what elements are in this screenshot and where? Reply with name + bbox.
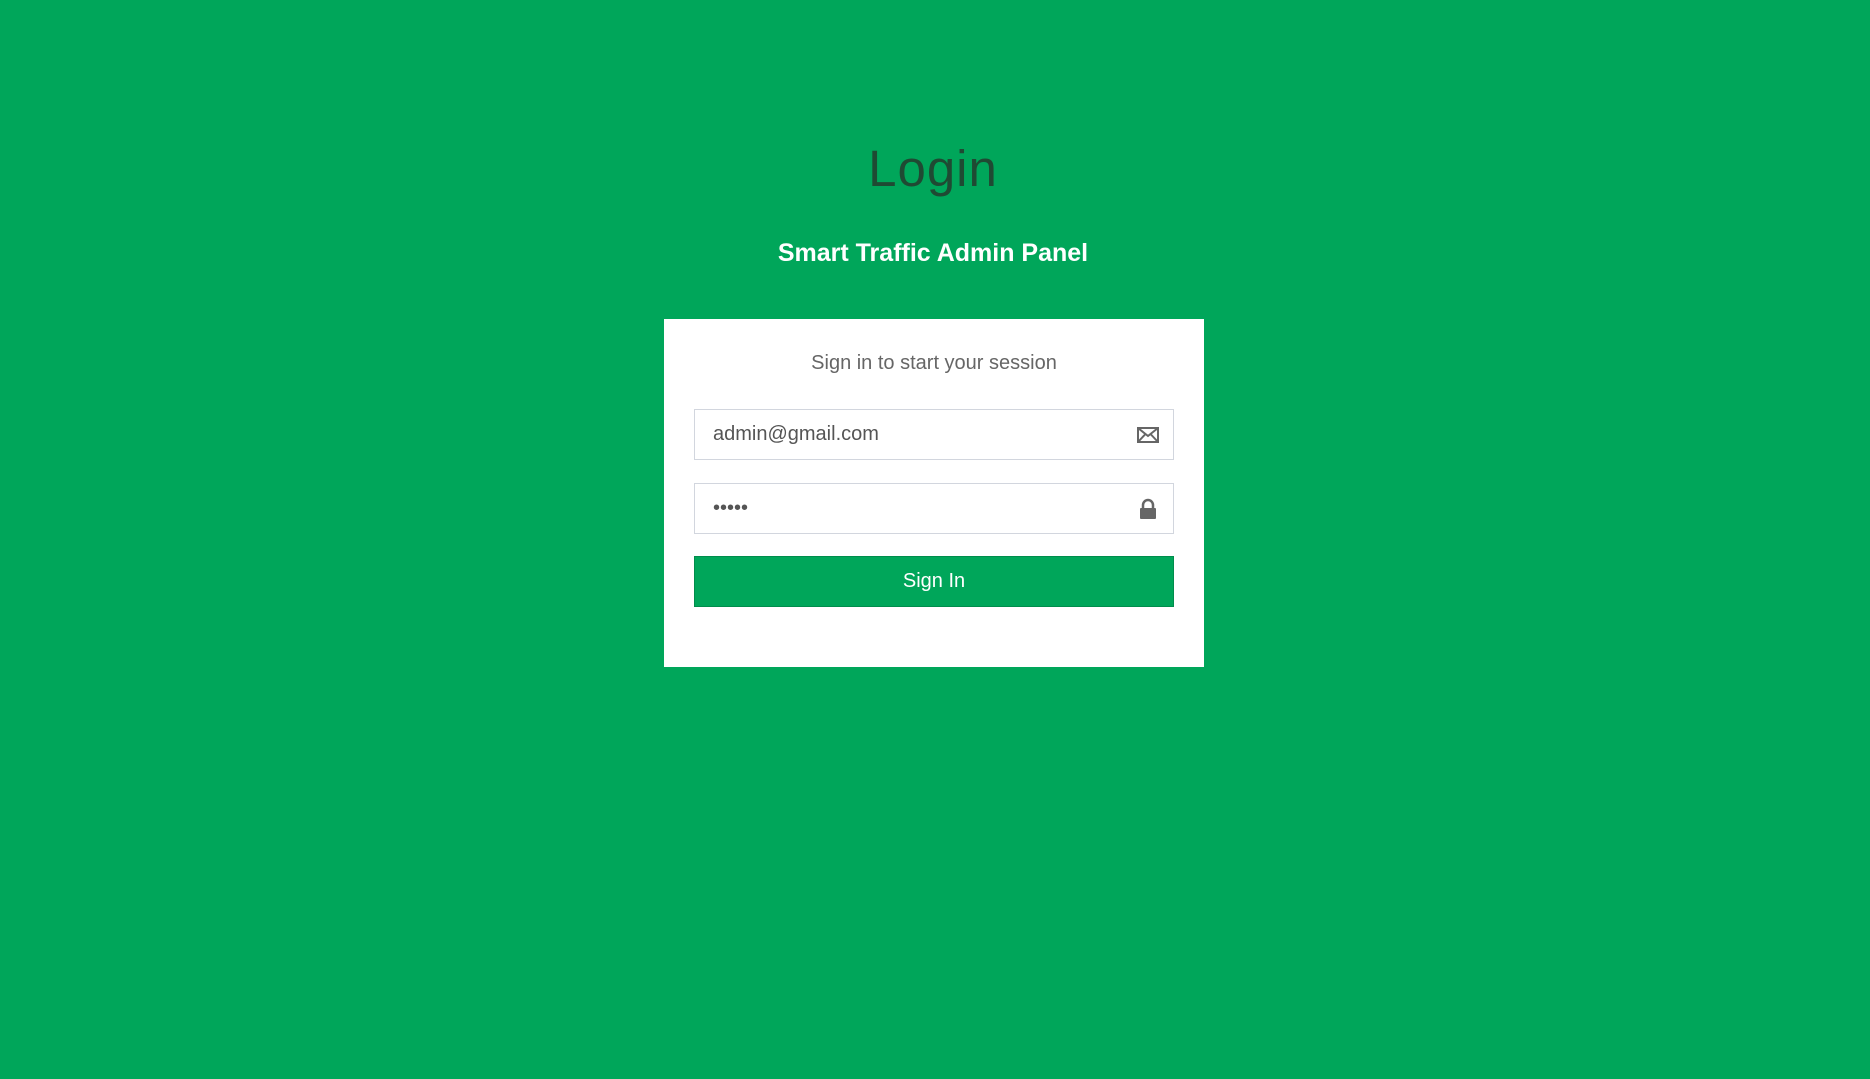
page-subtitle: Smart Traffic Admin Panel bbox=[777, 239, 1089, 267]
sign-in-button[interactable]: Sign In bbox=[694, 556, 1174, 607]
email-field[interactable] bbox=[694, 409, 1174, 460]
page-title: Login bbox=[868, 140, 998, 197]
lock-icon bbox=[1136, 497, 1160, 521]
email-input[interactable] bbox=[695, 410, 1115, 459]
password-input[interactable] bbox=[695, 484, 1115, 533]
envelope-icon bbox=[1136, 423, 1160, 447]
login-box: Sign in to start your session Sign In bbox=[664, 319, 1204, 667]
login-box-message: Sign in to start your session bbox=[811, 352, 1057, 374]
password-field[interactable] bbox=[694, 483, 1174, 534]
